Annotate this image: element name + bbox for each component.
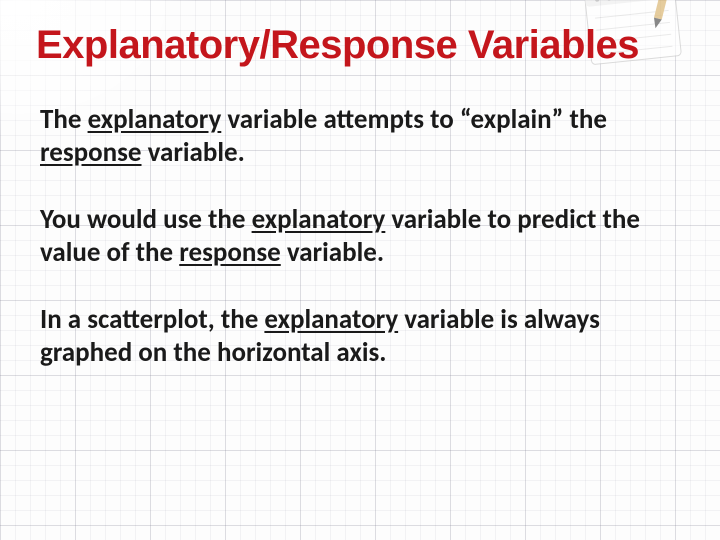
- paragraph-2: You would use the explanatory variable t…: [40, 204, 674, 270]
- paragraph-3: In a scatterplot, the explanatory variab…: [40, 304, 674, 370]
- text: In a scatterplot, the: [40, 303, 264, 336]
- underline-response: response: [179, 236, 281, 269]
- underline-explanatory: explanatory: [88, 103, 222, 136]
- text: variable.: [142, 136, 245, 169]
- underline-response: response: [40, 136, 142, 169]
- text: variable.: [281, 236, 384, 269]
- slide-body: The explanatory variable attempts to “ex…: [40, 104, 674, 404]
- underline-explanatory: explanatory: [252, 203, 386, 236]
- text: variable attempts to “explain” the: [221, 103, 607, 136]
- slide-title: Explanatory/Response Variables: [36, 24, 684, 66]
- underline-explanatory: explanatory: [264, 303, 398, 336]
- text: The: [40, 103, 88, 136]
- paragraph-1: The explanatory variable attempts to “ex…: [40, 104, 674, 170]
- text: You would use the: [40, 203, 252, 236]
- slide: Explanatory/Response Variables The expla…: [0, 0, 720, 540]
